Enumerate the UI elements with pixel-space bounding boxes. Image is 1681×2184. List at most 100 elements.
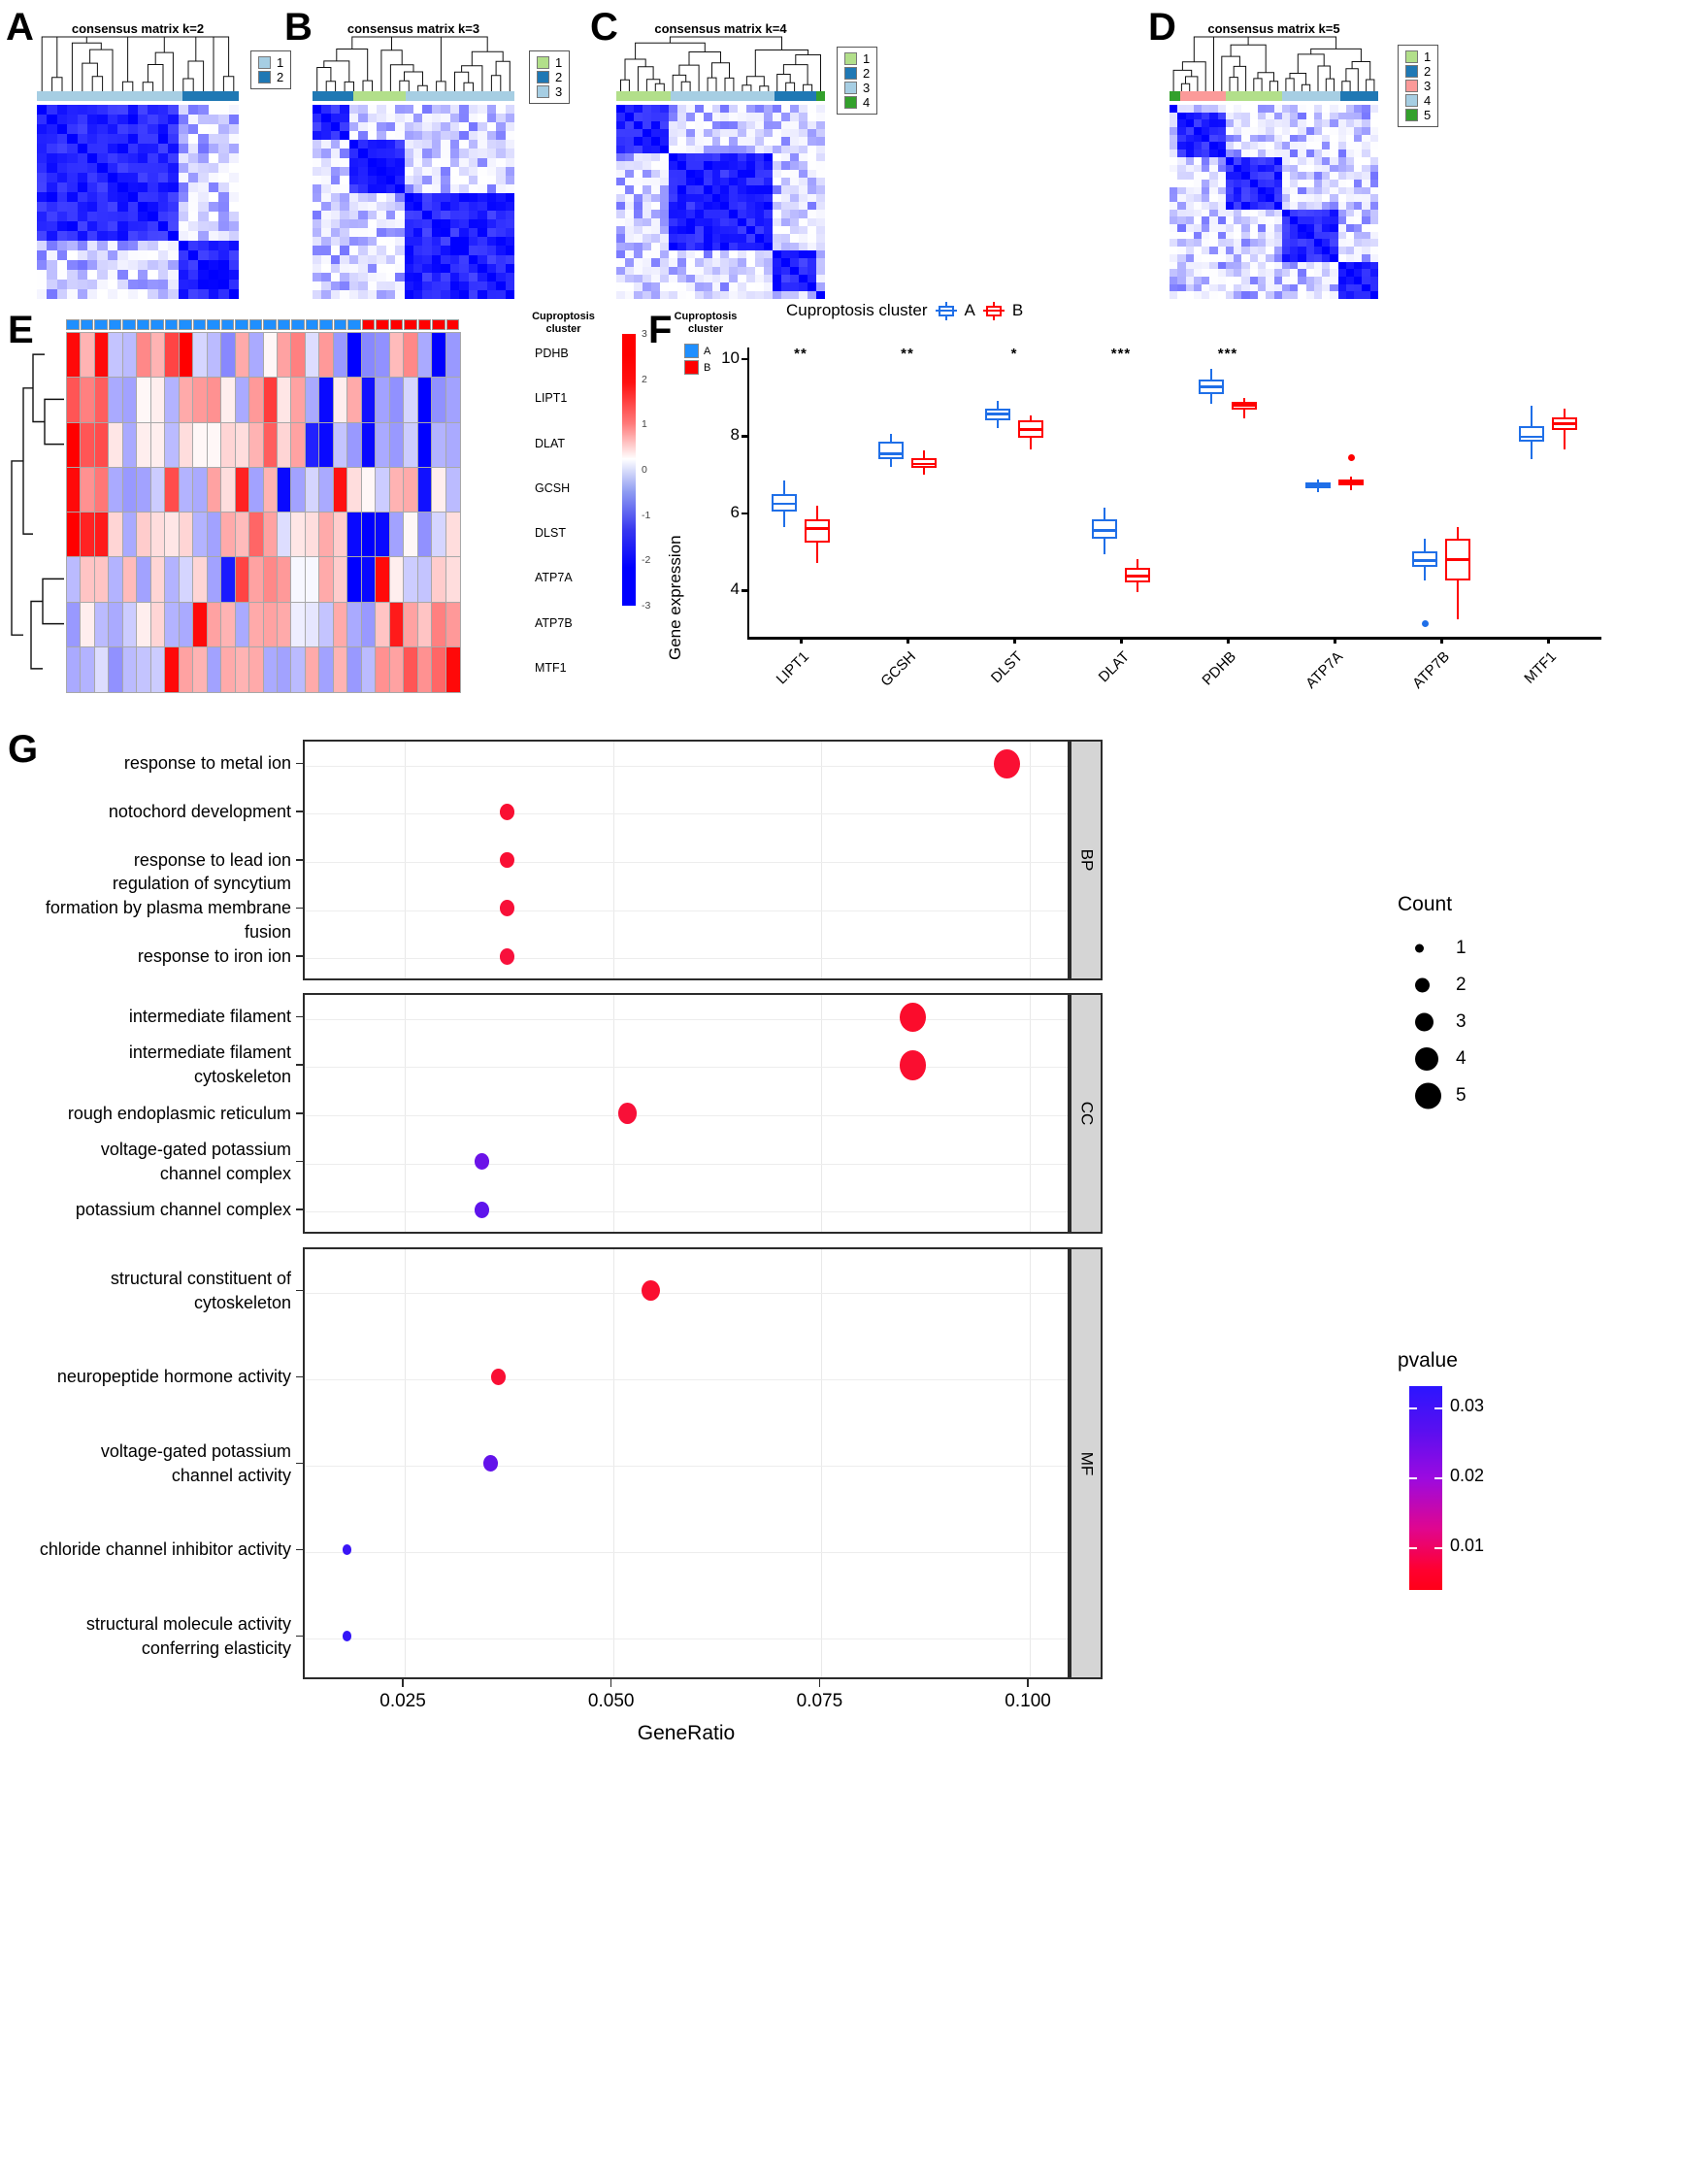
matrix-cell (1185, 239, 1194, 248)
matrix-cell (624, 193, 634, 202)
g-enrichment-dot[interactable] (900, 1050, 927, 1080)
heatmap-cell (122, 421, 139, 469)
g-enrichment-dot[interactable] (482, 1455, 498, 1472)
matrix-cell (1313, 127, 1323, 135)
matrix-cell (1298, 172, 1306, 180)
f-y-ticklabel: 4 (730, 579, 740, 599)
matrix-cell (77, 212, 87, 221)
matrix-cell (1209, 283, 1218, 292)
matrix-cell (1369, 142, 1378, 150)
panel-f-boxplot: F Cuproptosis cluster A B Gene expressio… (641, 301, 1681, 709)
matrix-cell (746, 266, 756, 275)
g-enrichment-dot[interactable] (499, 900, 514, 916)
matrix-cell (47, 115, 57, 124)
matrix-cell (97, 241, 108, 250)
heatmap-cell (66, 421, 82, 469)
matrix-cell (633, 225, 643, 235)
heatmap-cell (80, 556, 96, 604)
matrix-cell (313, 254, 322, 264)
g-term-label: neuropeptide hormone activity (56, 1367, 291, 1386)
g-gridline-vertical (405, 742, 407, 978)
matrix-cell (321, 131, 331, 141)
matrix-cell (703, 128, 712, 138)
matrix-cell (148, 250, 158, 260)
matrix-cell (486, 246, 497, 255)
matrix-cell (340, 254, 349, 264)
matrix-cell (773, 274, 782, 283)
matrix-cell (97, 202, 108, 212)
matrix-cell (178, 144, 188, 153)
matrix-cell (67, 173, 78, 182)
matrix-cell (1305, 164, 1314, 173)
f-boxplot-a (1305, 301, 1331, 637)
heatmap-cell (206, 377, 222, 424)
g-enrichment-dot[interactable] (499, 851, 514, 869)
matrix-cell (720, 120, 730, 129)
matrix-cell (790, 185, 800, 194)
matrix-cell (208, 105, 219, 115)
matrix-cell (1257, 112, 1267, 120)
matrix-cell (694, 169, 704, 178)
matrix-cell (1337, 134, 1346, 143)
heatmap-cell (150, 645, 167, 693)
f-legend-key-a[interactable] (935, 301, 957, 320)
matrix-cell (1345, 149, 1355, 157)
matrix-cell (1209, 194, 1218, 202)
matrix-cell (703, 282, 712, 291)
matrix-cell (313, 122, 322, 132)
matrix-cell (1362, 119, 1370, 128)
matrix-cell (422, 219, 432, 229)
matrix-cell (1217, 149, 1226, 157)
heatmap-cell (164, 466, 181, 513)
matrix-cell (1337, 276, 1346, 284)
matrix-cell (642, 113, 651, 121)
matrix-cell (1266, 142, 1274, 150)
matrix-cell (505, 289, 514, 299)
g-enrichment-dot[interactable] (900, 1002, 927, 1032)
g-enrichment-dot[interactable] (475, 1153, 490, 1170)
heatmap-cell (164, 332, 181, 380)
matrix-cell (496, 254, 506, 264)
matrix-cell (1193, 164, 1203, 173)
matrix-cell (340, 105, 349, 115)
matrix-cell (348, 140, 359, 149)
g-enrichment-dot[interactable] (343, 1631, 351, 1641)
matrix-cell (1290, 112, 1299, 120)
g-count-legend-label: 4 (1456, 1048, 1467, 1069)
matrix-cell (1298, 134, 1306, 143)
matrix-cell (659, 290, 669, 299)
matrix-cell (1225, 119, 1235, 128)
matrix-cell (377, 211, 386, 220)
matrix-cell (1313, 239, 1323, 248)
matrix-cell (358, 114, 368, 123)
matrix-cell (358, 219, 368, 229)
matrix-cell (1281, 224, 1291, 232)
matrix-cell (97, 105, 108, 115)
g-enrichment-dot[interactable] (343, 1544, 351, 1555)
g-enrichment-dot[interactable] (475, 1201, 490, 1218)
g-enrichment-dot[interactable] (994, 748, 1021, 778)
matrix-cell (1313, 134, 1323, 143)
matrix-cell (148, 163, 158, 173)
matrix-cell (1225, 253, 1235, 262)
heatmap-cell (318, 556, 335, 604)
matrix-cell (1257, 209, 1267, 217)
matrix-cell (1225, 149, 1235, 157)
matrix-cell (449, 131, 460, 141)
e-gene-label: ATP7A (535, 571, 573, 585)
cluster-legend-c: 1234 (837, 47, 878, 115)
matrix-cell (97, 173, 108, 182)
g-y-tickmark (296, 955, 303, 957)
g-enrichment-dot[interactable] (499, 947, 514, 965)
g-term-label: structural molecule activity conferring … (85, 1613, 291, 1658)
matrix-cell (1290, 179, 1299, 187)
matrix-cell (431, 263, 442, 273)
f-x-ticklabel: ATP7A (1302, 648, 1347, 692)
g-enrichment-dot[interactable] (499, 804, 514, 820)
matrix-cell (47, 192, 57, 202)
matrix-cell (187, 105, 199, 115)
heatmap-cell (122, 332, 139, 380)
g-enrichment-dot[interactable] (618, 1103, 638, 1124)
matrix-cell (816, 105, 825, 114)
matrix-cell (738, 113, 747, 121)
